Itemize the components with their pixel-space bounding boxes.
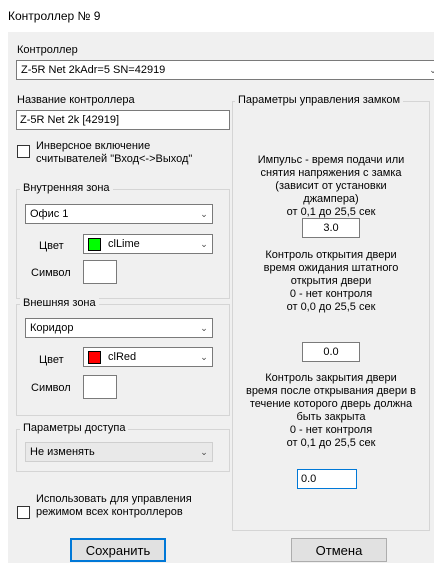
- open-control-description: Контроль открытия двери время ожидания ш…: [232, 249, 430, 314]
- inner-zone-select-value: Офис 1: [30, 208, 69, 220]
- controller-name-label: Название контроллера: [17, 94, 135, 106]
- chevron-down-icon: ⌄: [200, 238, 208, 249]
- close-control-text-line: течение которого дверь должна: [249, 398, 413, 410]
- outer-zone-select-value: Коридор: [30, 322, 74, 334]
- impulse-text-line: Импульс - время подачи или: [257, 154, 405, 166]
- outer-color-select-value: clRed: [108, 351, 137, 363]
- lock-params-title: Параметры управления замком: [235, 94, 404, 106]
- inverse-readers-label-line1: Инверсное включение: [36, 140, 151, 152]
- inner-color-select[interactable]: clLime ⌄: [83, 234, 213, 254]
- outer-color-label: Цвет: [39, 354, 64, 366]
- outer-color-swatch: [88, 351, 101, 364]
- inner-color-label: Цвет: [39, 240, 64, 252]
- controller-label: Контроллер: [17, 44, 78, 56]
- controller-select-value: Z-5R Net 2kAdr=5 SN=42919: [21, 64, 166, 76]
- chevron-down-icon: ⌄: [429, 64, 434, 75]
- close-control-text-line: Контроль закрытия двери: [265, 372, 397, 384]
- outer-zone-title: Внешняя зона: [20, 297, 99, 309]
- close-control-text-line: быть закрыта: [296, 411, 366, 423]
- impulse-description: Импульс - время подачи или снятия напряж…: [232, 154, 430, 219]
- use-all-label-line2: режимом всех контроллеров: [36, 506, 183, 518]
- use-all-label-line1: Использовать для управления: [36, 493, 192, 505]
- open-control-text-line: Контроль открытия двери: [265, 249, 397, 261]
- inner-color-select-value: clLime: [108, 238, 140, 250]
- close-control-text-line: время после открывания двери в: [245, 385, 417, 397]
- chevron-down-icon: ⌄: [200, 322, 208, 333]
- outer-zone-select[interactable]: Коридор ⌄: [25, 318, 213, 338]
- close-control-input[interactable]: 0.0: [297, 469, 357, 489]
- window-title: Контроллер № 9: [8, 9, 101, 23]
- controller-name-input[interactable]: Z-5R Net 2k [42919]: [16, 110, 230, 130]
- open-control-input[interactable]: 0.0: [302, 342, 360, 362]
- inner-color-swatch: [88, 238, 101, 251]
- chevron-down-icon: ⌄: [200, 446, 208, 457]
- open-control-text-line: от 0,0 до 25,5 сек: [286, 301, 376, 313]
- inverse-readers-label-line2: считывателей "Вход<->Выход": [36, 153, 193, 165]
- open-control-text-line: 0 - нет контроля: [289, 288, 373, 300]
- inner-symbol-label: Символ: [31, 267, 71, 279]
- inner-symbol-input[interactable]: [83, 260, 117, 284]
- controller-select[interactable]: Z-5R Net 2kAdr=5 SN=42919 ⌄: [16, 60, 434, 80]
- inverse-readers-checkbox[interactable]: [17, 145, 30, 158]
- inner-zone-select[interactable]: Офис 1 ⌄: [25, 204, 213, 224]
- save-button[interactable]: Сохранить: [70, 538, 166, 562]
- impulse-text-line: джампера): [303, 193, 359, 205]
- open-control-text-line: время ожидания штатного: [263, 262, 399, 274]
- access-title: Параметры доступа: [20, 422, 129, 434]
- title-bar: Контроллер № 9: [0, 0, 434, 32]
- impulse-text-line: (зависит от установки: [275, 180, 387, 192]
- cancel-button[interactable]: Отмена: [291, 538, 387, 562]
- open-control-text-line: открытия двери: [290, 275, 372, 287]
- access-select[interactable]: Не изменять ⌄: [25, 442, 213, 462]
- close-control-text-line: от 0,1 до 25,5 сек: [286, 437, 376, 449]
- access-select-value: Не изменять: [30, 446, 95, 458]
- chevron-down-icon: ⌄: [200, 208, 208, 219]
- outer-symbol-label: Символ: [31, 382, 71, 394]
- outer-color-select[interactable]: clRed ⌄: [83, 347, 213, 367]
- inner-zone-title: Внутренняя зона: [20, 182, 113, 194]
- impulse-input[interactable]: 3.0: [302, 218, 360, 238]
- use-all-checkbox[interactable]: [17, 506, 30, 519]
- outer-symbol-input[interactable]: [83, 375, 117, 399]
- chevron-down-icon: ⌄: [200, 351, 208, 362]
- close-control-text-line: 0 - нет контроля: [289, 424, 373, 436]
- dialog-body: Контроллер Z-5R Net 2kAdr=5 SN=42919 ⌄ Н…: [8, 32, 434, 563]
- impulse-text-line: снятия напряжения с замка: [260, 167, 402, 179]
- close-control-description: Контроль закрытия двери время после откр…: [232, 372, 430, 450]
